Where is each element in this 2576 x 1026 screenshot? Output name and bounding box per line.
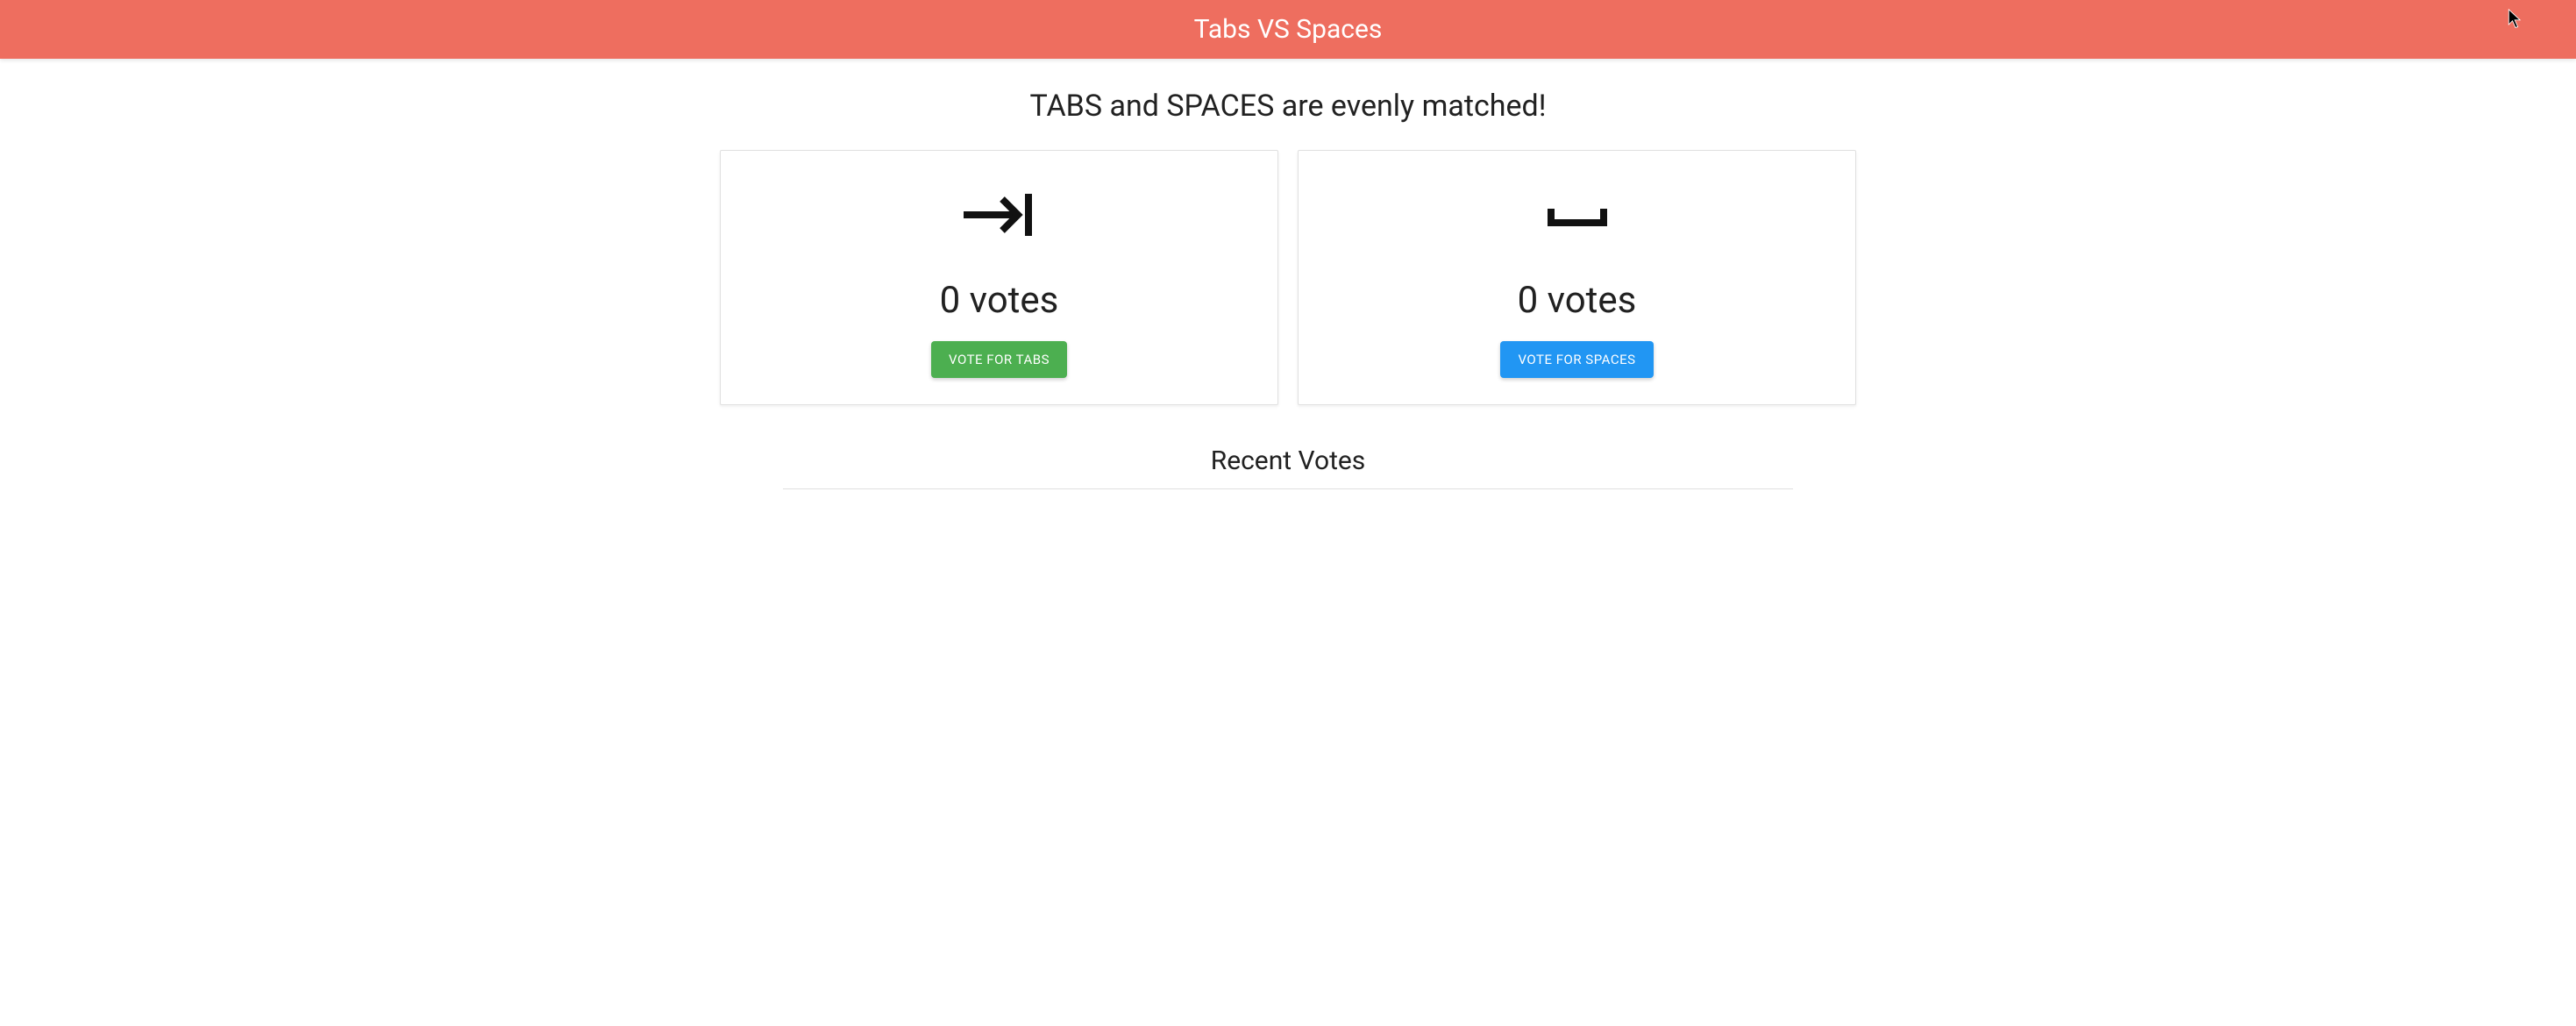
recent-votes-divider xyxy=(783,488,1793,489)
spaces-card: 0 votes VOTE FOR SPACES xyxy=(1298,150,1856,405)
status-headline: TABS and SPACES are evenly matched! xyxy=(720,89,1856,124)
recent-votes-section: Recent Votes xyxy=(771,445,1805,489)
tab-icon xyxy=(738,175,1260,254)
recent-votes-title: Recent Votes xyxy=(783,445,1793,476)
vote-tabs-button[interactable]: VOTE FOR TABS xyxy=(931,341,1067,378)
vote-spaces-button[interactable]: VOTE FOR SPACES xyxy=(1500,341,1653,378)
header-bar: Tabs VS Spaces xyxy=(0,0,2576,59)
tabs-card: 0 votes VOTE FOR TABS xyxy=(720,150,1278,405)
space-icon xyxy=(1316,175,1838,254)
main-container: TABS and SPACES are evenly matched! 0 vo… xyxy=(708,89,1868,405)
spaces-vote-count: 0 votes xyxy=(1316,279,1838,322)
page-title: Tabs VS Spaces xyxy=(1194,14,1383,45)
cards-row: 0 votes VOTE FOR TABS 0 votes VOTE FOR S… xyxy=(720,150,1856,405)
tabs-vote-count: 0 votes xyxy=(738,279,1260,322)
